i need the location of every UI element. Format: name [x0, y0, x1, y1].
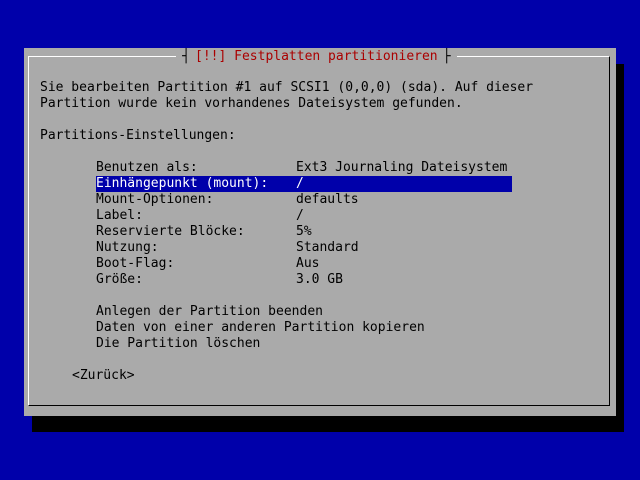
setting-label: Nutzung: — [96, 240, 159, 255]
setting-row-usage[interactable]: Nutzung: Standard — [96, 240, 512, 256]
setting-value: / — [296, 208, 304, 223]
setting-label: Boot-Flag: — [96, 256, 175, 271]
setting-label: Mount-Optionen: — [96, 192, 214, 207]
setting-value: defaults — [296, 192, 359, 207]
title-bracket-right: ├ — [442, 48, 451, 64]
back-button[interactable]: <Zurück> — [72, 368, 135, 384]
setting-value: 3.0 GB — [296, 272, 343, 287]
setting-row-benutzen-als[interactable]: Benutzen als: Ext3 Journaling Dateisyste… — [96, 160, 512, 176]
description-line-2: Partition wurde kein vorhandenes Dateisy… — [40, 96, 463, 111]
setting-row-size[interactable]: Größe: 3.0 GB — [96, 272, 512, 288]
setting-label: Einhängepunkt (mount): — [96, 176, 269, 191]
description-line-1: Sie bearbeiten Partition #1 auf SCSI1 (0… — [40, 80, 534, 95]
setting-row-reserved-blocks[interactable]: Reservierte Blöcke: 5% — [96, 224, 512, 240]
setting-label: Größe: — [96, 272, 143, 287]
action-copy-data[interactable]: Daten von einer anderen Partition kopier… — [96, 320, 512, 336]
setting-label: Benutzen als: — [96, 160, 198, 175]
action-finish-partition[interactable]: Anlegen der Partition beenden — [96, 304, 512, 320]
setting-label: Label: — [96, 208, 143, 223]
setting-value: Standard — [296, 240, 359, 255]
setting-value: 5% — [296, 224, 312, 239]
setting-label: Reservierte Blöcke: — [96, 224, 245, 239]
partition-dialog: ┤ [!!] Festplatten partitionieren ├ Sie … — [24, 48, 616, 416]
setting-row-boot-flag[interactable]: Boot-Flag: Aus — [96, 256, 512, 272]
dialog-title: [!!] Festplatten partitionieren — [195, 48, 438, 64]
section-label: Partitions-Einstellungen: — [40, 128, 236, 143]
setting-row-mountpoint[interactable]: Einhängepunkt (mount): / — [96, 176, 512, 192]
dialog-title-bar: ┤ [!!] Festplatten partitionieren ├ — [176, 48, 457, 64]
setting-row-mount-options[interactable]: Mount-Optionen: defaults — [96, 192, 512, 208]
action-delete-partition[interactable]: Die Partition löschen — [96, 336, 512, 352]
setting-value: Aus — [296, 256, 320, 271]
setting-value: Ext3 Journaling Dateisystem — [296, 160, 508, 175]
setting-value: / — [296, 176, 304, 191]
setting-row-label[interactable]: Label: / — [96, 208, 512, 224]
title-bracket-left: ┤ — [182, 48, 190, 64]
